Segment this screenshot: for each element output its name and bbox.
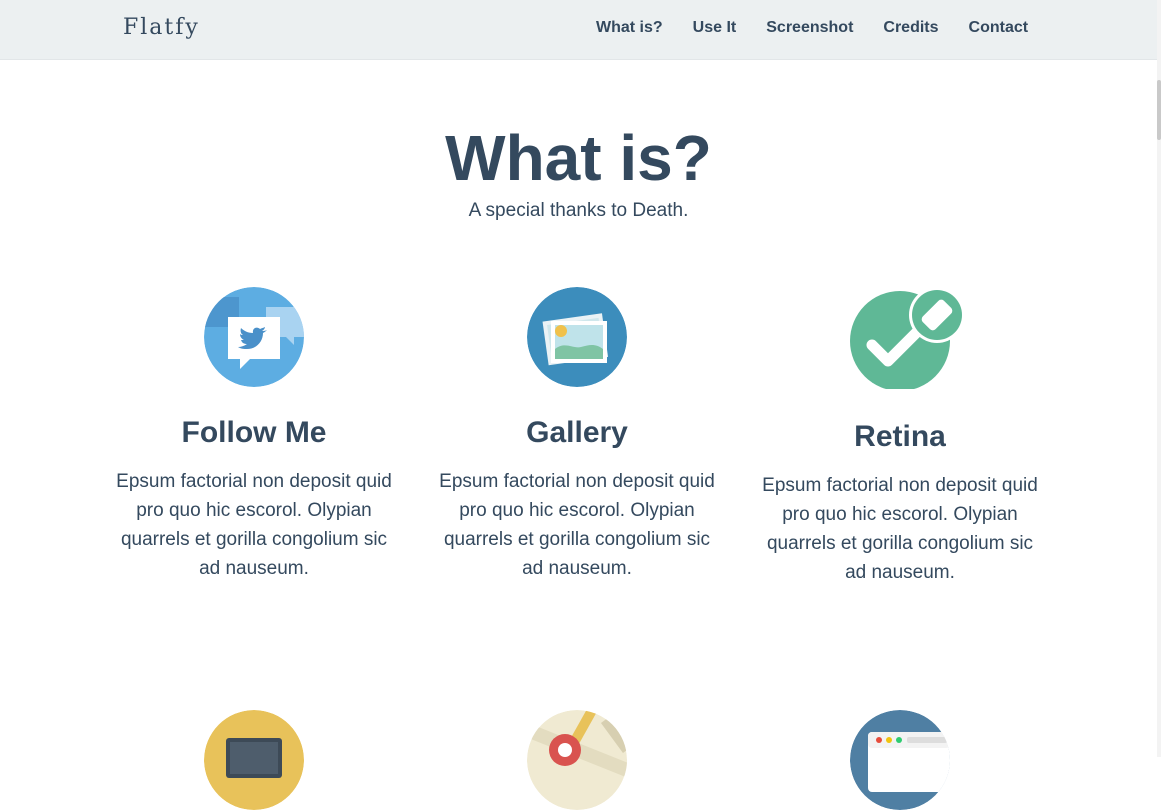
feature-title: Gallery (526, 416, 628, 449)
section-title: What is? (445, 122, 712, 194)
feature-retina: Retina Epsum factorial non deposit quid … (750, 289, 1050, 587)
scrollbar-thumb[interactable] (1157, 80, 1161, 140)
feature-description: Epsum factorial non deposit quid pro quo… (762, 475, 1038, 583)
nav-link-credits[interactable]: Credits (883, 19, 938, 37)
section-subtitle: A special thanks to Death. (468, 200, 689, 221)
feature-title: Follow Me (181, 416, 327, 449)
gallery-photo-icon (527, 287, 627, 387)
feature-description: Epsum factorial non deposit quid pro quo… (116, 471, 392, 579)
feature-title: Retina (854, 420, 946, 453)
checkmark-eraser-icon (850, 289, 962, 391)
nav-link-use-it[interactable]: Use It (693, 19, 737, 37)
scrollbar[interactable] (1157, 0, 1161, 757)
nav-link-screenshot[interactable]: Screenshot (766, 19, 853, 37)
main-nav: What is? Use It Screenshot Credits Conta… (596, 19, 1058, 37)
brand-logo[interactable]: Flatfy (123, 15, 200, 40)
nav-link-what-is[interactable]: What is? (596, 19, 663, 37)
monitor-icon (204, 710, 304, 810)
nav-link-contact[interactable]: Contact (969, 19, 1029, 37)
top-navbar: Flatfy What is? Use It Screenshot Credit… (0, 0, 1157, 60)
feature-gallery: Gallery Epsum factorial non deposit quid… (427, 287, 727, 583)
map-pin-icon (527, 710, 627, 810)
browser-window-icon (850, 710, 950, 810)
twitter-bubble-icon (204, 287, 304, 387)
feature-description: Epsum factorial non deposit quid pro quo… (439, 471, 715, 579)
feature-follow-me: Follow Me Epsum factorial non deposit qu… (104, 287, 404, 583)
